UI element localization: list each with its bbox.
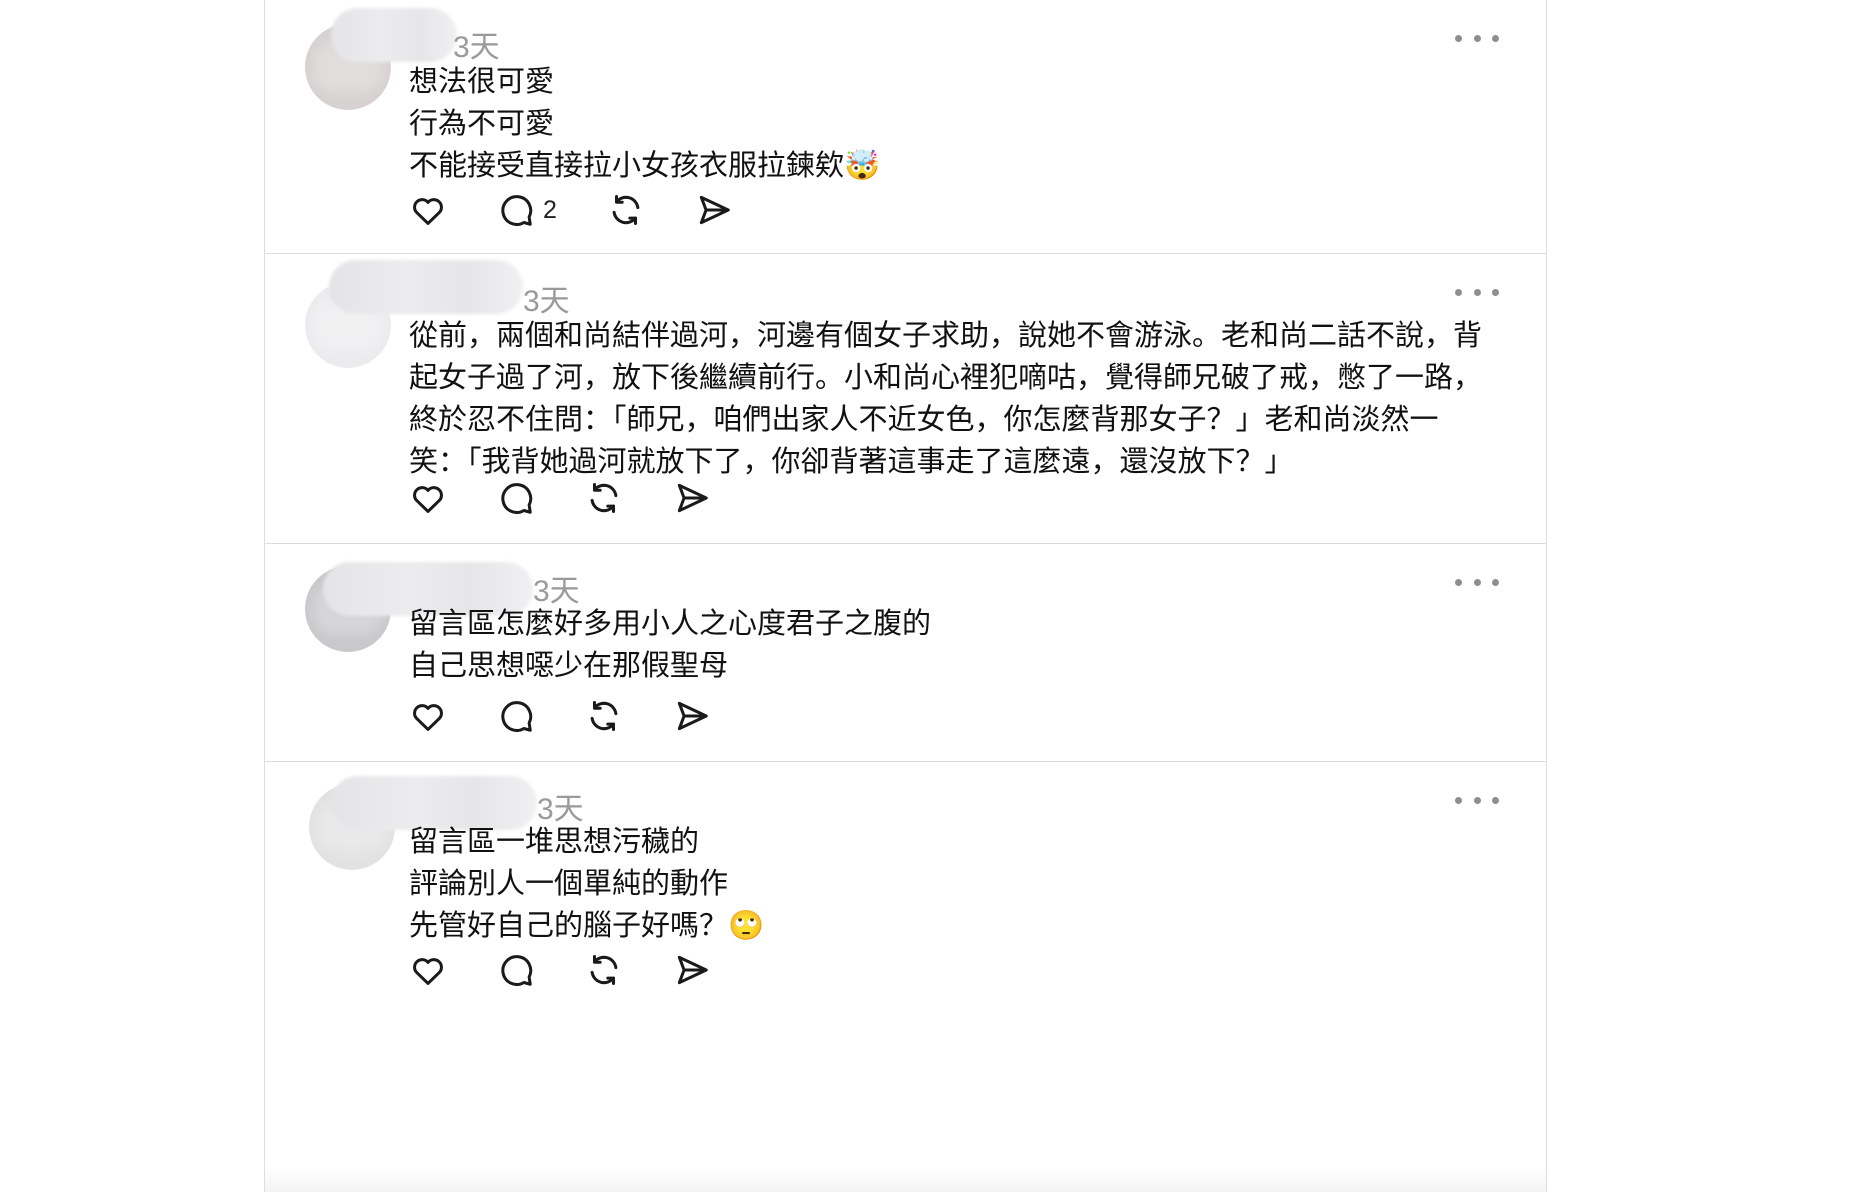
like-button[interactable] xyxy=(409,188,497,232)
comment-item: 3天 留言區怎麼好多用小人之心度君子之腹的 自己思想噁少在那假聖母 xyxy=(265,544,1546,762)
send-icon xyxy=(677,701,708,731)
repost-icon xyxy=(612,195,640,225)
heart-icon xyxy=(413,486,443,513)
reply-count: 2 xyxy=(543,195,557,224)
repost-button[interactable] xyxy=(585,476,673,520)
username-blurred[interactable] xyxy=(329,260,523,314)
share-button[interactable] xyxy=(673,476,723,520)
repost-button[interactable] xyxy=(585,948,673,992)
repost-icon xyxy=(590,701,618,731)
repost-icon xyxy=(590,955,618,985)
action-bar: 2 xyxy=(409,188,745,232)
reply-button[interactable]: 2 xyxy=(497,188,607,232)
reply-button[interactable] xyxy=(497,948,585,992)
comment-line: 先管好自己的腦子好嗎？🙄 xyxy=(409,908,765,942)
repost-icon xyxy=(590,483,618,513)
comment-line: 不能接受直接拉小女孩衣服拉鍊欸🤯 xyxy=(409,148,881,182)
more-options-button[interactable] xyxy=(1455,26,1499,50)
heart-icon xyxy=(413,958,443,985)
more-options-button[interactable] xyxy=(1455,570,1499,594)
more-options-button[interactable] xyxy=(1455,788,1499,812)
comment-bubble-icon xyxy=(501,195,533,226)
action-bar xyxy=(409,694,723,738)
send-icon xyxy=(677,483,708,513)
comment-text: 留言區怎麼好多用小人之心度君子之腹的 自己思想噁少在那假聖母 xyxy=(409,602,1499,686)
comment-text: 想法很可愛 行為不可愛 不能接受直接拉小女孩衣服拉鍊欸🤯 xyxy=(409,60,1499,186)
repost-button[interactable] xyxy=(607,188,695,232)
comment-line: 自己思想噁少在那假聖母 xyxy=(409,648,729,682)
more-dots-icon xyxy=(1455,578,1462,586)
like-button[interactable] xyxy=(409,476,497,520)
comment-item: 3天 想法很可愛 行為不可愛 不能接受直接拉小女孩衣服拉鍊欸🤯 2 xyxy=(265,0,1546,254)
comment-line: 行為不可愛 xyxy=(409,106,555,140)
share-button[interactable] xyxy=(695,188,745,232)
comment-line: 從前，兩個和尚結伴過河，河邊有個女子求助，說她不會游泳。老和尚二話不說，背起女子… xyxy=(409,318,1483,478)
comment-line: 留言區一堆思想污穢的 xyxy=(409,824,700,858)
reply-button[interactable] xyxy=(497,476,585,520)
scroll-fade xyxy=(265,1166,1546,1192)
action-bar xyxy=(409,476,723,520)
more-dots-icon xyxy=(1455,34,1462,42)
comment-line: 想法很可愛 xyxy=(409,64,555,98)
more-dots-icon xyxy=(1455,796,1462,804)
share-button[interactable] xyxy=(673,948,723,992)
send-icon xyxy=(677,955,708,985)
comment-text: 留言區一堆思想污穢的 評論別人一個單純的動作 先管好自己的腦子好嗎？🙄 xyxy=(409,820,1499,946)
share-button[interactable] xyxy=(673,694,723,738)
reply-button[interactable] xyxy=(497,694,585,738)
action-bar xyxy=(409,948,723,992)
comment-feed: 3天 想法很可愛 行為不可愛 不能接受直接拉小女孩衣服拉鍊欸🤯 2 3天 從前，… xyxy=(264,0,1547,1192)
comment-bubble-icon xyxy=(501,955,533,986)
comment-line: 評論別人一個單純的動作 xyxy=(409,866,729,900)
more-dots-icon xyxy=(1455,288,1462,296)
more-options-button[interactable] xyxy=(1455,280,1499,304)
heart-icon xyxy=(413,198,443,225)
comment-line: 留言區怎麼好多用小人之心度君子之腹的 xyxy=(409,606,932,640)
comment-text: 從前，兩個和尚結伴過河，河邊有個女子求助，說她不會游泳。老和尚二話不說，背起女子… xyxy=(409,314,1487,482)
comment-bubble-icon xyxy=(501,701,533,732)
like-button[interactable] xyxy=(409,694,497,738)
comment-bubble-icon xyxy=(501,483,533,514)
heart-icon xyxy=(413,704,443,731)
send-icon xyxy=(699,195,730,225)
like-button[interactable] xyxy=(409,948,497,992)
username-blurred[interactable] xyxy=(331,8,457,62)
repost-button[interactable] xyxy=(585,694,673,738)
comment-item: 3天 留言區一堆思想污穢的 評論別人一個單純的動作 先管好自己的腦子好嗎？🙄 xyxy=(265,762,1546,1192)
comment-item: 3天 從前，兩個和尚結伴過河，河邊有個女子求助，說她不會游泳。老和尚二話不說，背… xyxy=(265,254,1546,544)
